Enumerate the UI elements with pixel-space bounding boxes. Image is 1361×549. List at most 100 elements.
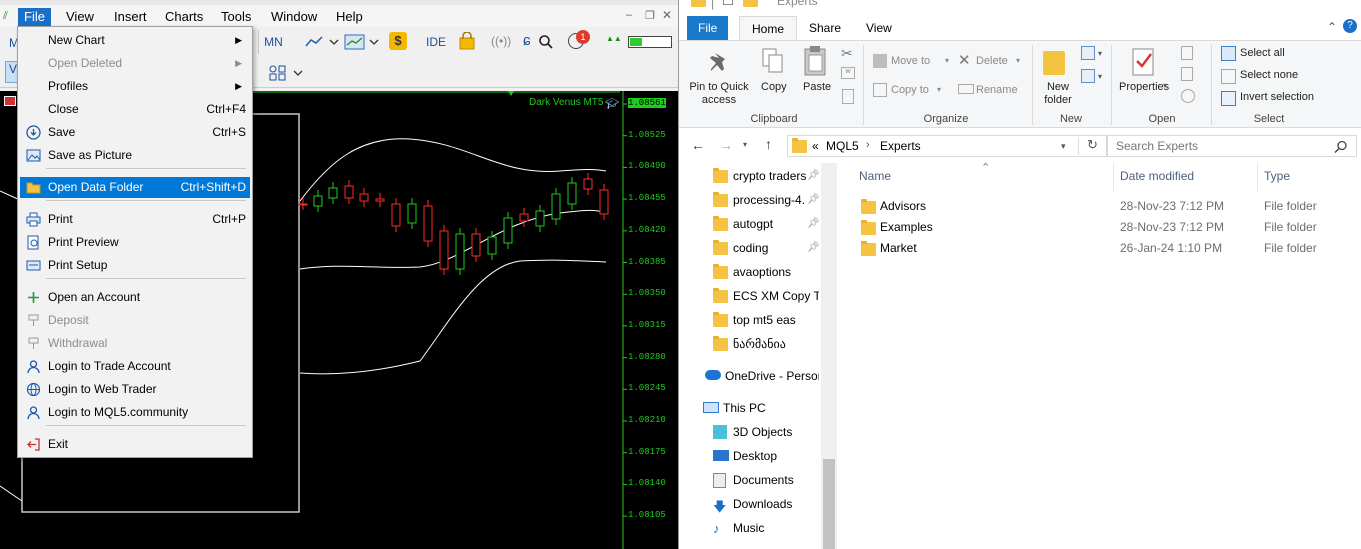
file-menu-item-save[interactable]: Save Ctrl+S	[20, 122, 250, 143]
mql5-icon[interactable]: ɕ	[523, 32, 531, 49]
history-icon[interactable]	[1181, 89, 1195, 103]
select-none-button[interactable]: Select none	[1240, 69, 1298, 81]
pin-icon[interactable]	[707, 49, 731, 79]
search-placeholder[interactable]: Search Experts	[1116, 139, 1198, 153]
file-menu-item-login-to-trade-account[interactable]: Login to Trade Account	[20, 356, 250, 377]
nav-item-3d[interactable]: 3D Objects	[679, 421, 819, 443]
address-dropdown-icon[interactable]: ▾	[1061, 141, 1066, 152]
nav-item-folder[interactable]: processing-4. 📌︎	[679, 189, 819, 211]
new-folder-icon[interactable]	[1043, 51, 1065, 75]
move-to-icon[interactable]	[873, 54, 887, 68]
file-menu-item-profiles[interactable]: Profiles ▶	[20, 76, 250, 97]
file-menu-item-login-to-web-trader[interactable]: Login to Web Trader	[20, 379, 250, 400]
column-header-type[interactable]: Type	[1264, 169, 1290, 183]
file-menu-item-exit[interactable]: Exit	[20, 434, 250, 455]
invert-selection-icon[interactable]	[1221, 91, 1236, 106]
nav-item-folder[interactable]: ნარმანია	[679, 333, 819, 355]
copy-to-dropdown-icon[interactable]: ▾	[937, 85, 941, 94]
copy-to-button[interactable]: Copy to	[891, 84, 929, 96]
forward-arrow-icon[interactable]: →	[719, 137, 733, 153]
column-divider[interactable]	[1113, 163, 1114, 191]
tab-view[interactable]: View	[854, 16, 904, 40]
help-icon[interactable]: ?	[1343, 19, 1357, 33]
ide-button[interactable]: IDE	[426, 35, 446, 49]
close-icon[interactable]: ✕	[662, 8, 672, 22]
file-menu-item-open-deleted[interactable]: Open Deleted ▶	[20, 53, 250, 74]
cut-icon[interactable]: ✂	[841, 45, 853, 62]
file-menu-item-open-data-folder[interactable]: Open Data Folder Ctrl+Shift+D	[20, 177, 250, 198]
ribbon-collapse-icon[interactable]: ⌃	[1327, 20, 1337, 34]
indicators-icon[interactable]	[344, 33, 380, 51]
nav-scrollbar-thumb[interactable]	[823, 459, 835, 549]
file-menu-item-new-chart[interactable]: New Chart ▶	[20, 30, 250, 51]
address-overflow[interactable]: «	[812, 139, 819, 153]
nav-item-folder[interactable]: crypto traders 📌︎	[679, 165, 819, 187]
objects-icon[interactable]	[268, 64, 304, 82]
easy-access-dropdown-icon[interactable]: ▾	[1098, 72, 1102, 81]
refresh-icon[interactable]: ↻	[1078, 137, 1106, 155]
file-menu-item-login-to-mql5-community[interactable]: Login to MQL5.community	[20, 402, 250, 423]
select-all-icon[interactable]	[1221, 46, 1236, 61]
paste-icon[interactable]	[803, 45, 829, 77]
nav-item-folder[interactable]: top mt5 eas	[679, 309, 819, 331]
rename-icon[interactable]	[958, 84, 974, 94]
file-menu-item-print[interactable]: Print Ctrl+P	[20, 209, 250, 230]
rename-button[interactable]: Rename	[976, 84, 1018, 96]
file-menu-item-withdrawal[interactable]: Withdrawal	[20, 333, 250, 354]
signal-icon[interactable]: ((•))	[491, 34, 511, 48]
nav-item-music[interactable]: ♪ Music	[679, 517, 819, 539]
copy-to-icon[interactable]	[873, 83, 887, 97]
nav-item-documents[interactable]: Documents	[679, 469, 819, 491]
properties-quick-icon[interactable]	[723, 0, 733, 5]
properties-button[interactable]: Properties	[1119, 81, 1169, 93]
search-icon[interactable]	[1334, 140, 1348, 154]
line-chart-icon[interactable]	[304, 34, 340, 50]
nav-scrollbar[interactable]	[821, 163, 837, 549]
recent-locations-icon[interactable]: ▾	[743, 140, 747, 149]
open-icon[interactable]	[1181, 46, 1193, 60]
tab-home[interactable]: Home	[739, 16, 798, 40]
menu-tools[interactable]: Tools	[215, 8, 257, 26]
tab-file[interactable]: File	[687, 16, 729, 40]
tab-share[interactable]: Share	[797, 16, 853, 40]
nav-item-folder[interactable]: autogpt 📌︎	[679, 213, 819, 235]
nav-item-desktop[interactable]: Desktop	[679, 445, 819, 467]
new-folder-quick-icon[interactable]	[743, 0, 758, 7]
pin-to-quick-access-button[interactable]: Pin to Quick access	[687, 81, 751, 107]
file-row[interactable]: Advisors 28-Nov-23 7:12 PM File folder	[859, 196, 1359, 217]
new-item-dropdown-icon[interactable]: ▾	[1098, 49, 1102, 58]
paste-button[interactable]: Paste	[803, 81, 831, 93]
nav-item-onedrive[interactable]: OneDrive - Person	[679, 365, 819, 387]
easy-access-icon[interactable]	[1081, 69, 1095, 83]
column-header-date[interactable]: Date modified	[1120, 169, 1194, 183]
menu-help[interactable]: Help	[330, 8, 369, 26]
file-menu-item-close[interactable]: Close Ctrl+F4	[20, 99, 250, 120]
nav-item-folder[interactable]: coding 📌︎	[679, 237, 819, 259]
new-item-icon[interactable]	[1081, 46, 1095, 60]
nav-item-folder[interactable]: ECS XM Copy Tra	[679, 285, 819, 307]
address-bar[interactable]: « MQL5 › Experts ▾ ↻	[787, 135, 1107, 157]
edit-icon[interactable]	[1181, 67, 1193, 81]
properties-dropdown-icon[interactable]: ▾	[1163, 81, 1167, 90]
new-folder-button[interactable]: New folder	[1040, 81, 1076, 107]
crumb-experts[interactable]: Experts	[880, 139, 921, 153]
crumb-mql5[interactable]: MQL5	[826, 139, 859, 153]
nav-item-pc[interactable]: This PC	[679, 397, 819, 419]
column-header-name[interactable]: Name	[859, 169, 891, 183]
back-arrow-icon[interactable]: ←	[691, 137, 705, 153]
nav-item-folder[interactable]: avaoptions	[679, 261, 819, 283]
move-to-dropdown-icon[interactable]: ▾	[945, 56, 949, 65]
menu-window[interactable]: Window	[265, 8, 323, 26]
paste-shortcut-icon[interactable]	[842, 89, 854, 104]
search-icon[interactable]	[538, 34, 554, 50]
file-menu-item-save-as-picture[interactable]: Save as Picture	[20, 145, 250, 166]
file-menu-item-print-setup[interactable]: Print Setup	[20, 255, 250, 276]
restore-icon[interactable]: ❐	[645, 9, 655, 22]
menu-charts[interactable]: Charts	[159, 8, 209, 26]
file-menu-item-deposit[interactable]: Deposit	[20, 310, 250, 331]
select-all-button[interactable]: Select all	[1240, 47, 1285, 59]
file-menu-item-print-preview[interactable]: Print Preview	[20, 232, 250, 253]
move-to-button[interactable]: Move to	[891, 55, 930, 67]
dollar-icon[interactable]: $	[389, 32, 407, 50]
menu-view[interactable]: View	[60, 8, 100, 26]
